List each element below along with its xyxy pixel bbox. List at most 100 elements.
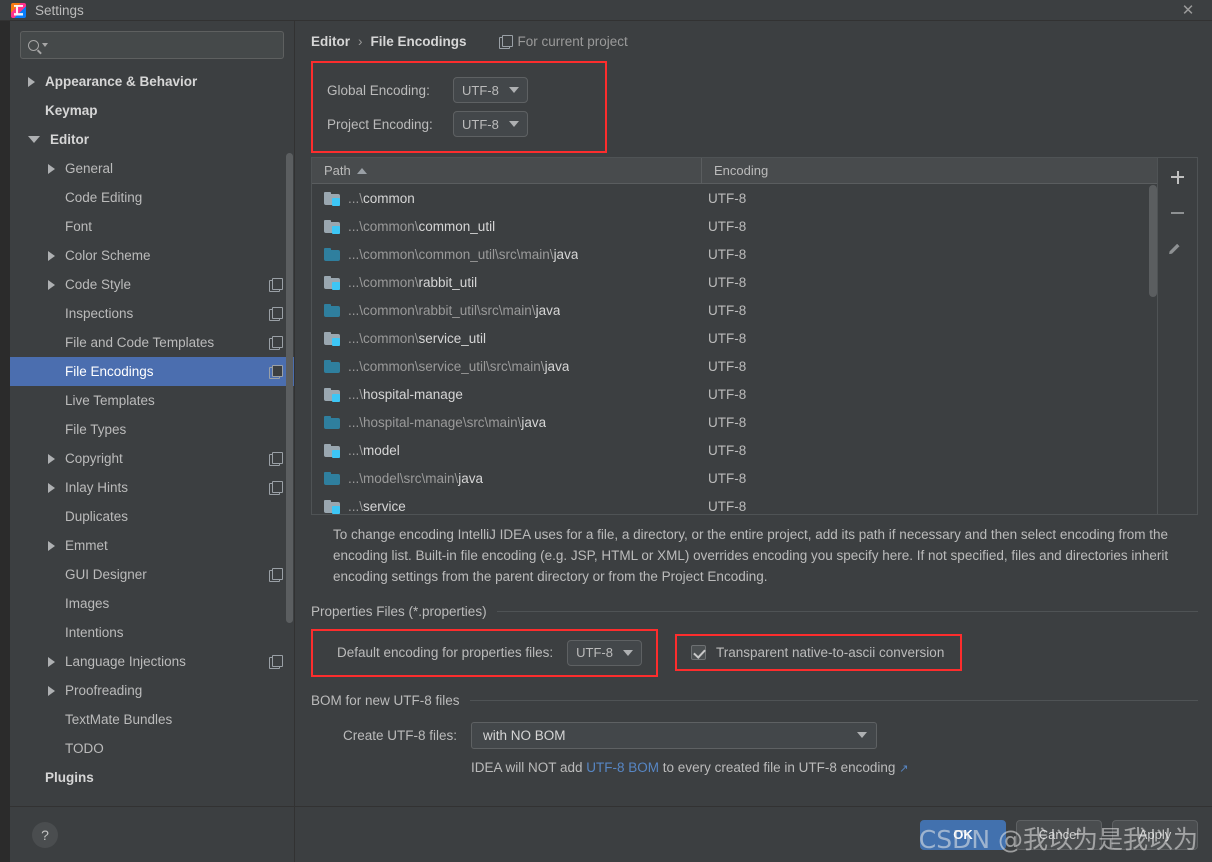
create-utf8-value: with NO BOM (483, 727, 566, 743)
source-folder-icon (324, 471, 340, 485)
project-scope-icon (269, 278, 283, 292)
sidebar-item-file-types[interactable]: File Types (10, 415, 294, 444)
remove-row-button[interactable] (1165, 200, 1191, 226)
column-header-encoding[interactable]: Encoding (702, 158, 1157, 183)
chevron-right-icon[interactable] (48, 656, 55, 667)
breadcrumb-separator: › (358, 33, 363, 49)
sort-ascending-icon (356, 167, 367, 174)
chevron-down-icon[interactable] (28, 136, 40, 143)
table-row[interactable]: ...\service UTF-8 (312, 492, 1157, 514)
sidebar-item-keymap[interactable]: Keymap (10, 96, 294, 125)
global-encoding-dropdown[interactable]: UTF-8 (453, 77, 528, 103)
transparent-conversion-checkbox[interactable] (690, 645, 706, 661)
sidebar-item-label: Inspections (65, 306, 134, 321)
sidebar-item-font[interactable]: Font (10, 212, 294, 241)
path-text: ...\common\service_util\src\main\java (348, 359, 569, 374)
cell-encoding: UTF-8 (708, 330, 747, 346)
sidebar-item-code-editing[interactable]: Code Editing (10, 183, 294, 212)
sidebar-item-language-injections[interactable]: Language Injections (10, 647, 294, 676)
external-link-icon: ↗ (899, 762, 909, 775)
chevron-right-icon[interactable] (48, 453, 55, 464)
cell-encoding: UTF-8 (708, 246, 747, 262)
search-input[interactable] (53, 38, 276, 52)
path-prefix: ...\ (348, 386, 364, 402)
table-row[interactable]: ...\common\rabbit_util\src\main\java UTF-… (312, 296, 1157, 324)
create-utf8-dropdown[interactable]: with NO BOM (471, 721, 878, 749)
cell-encoding: UTF-8 (708, 302, 747, 318)
sidebar-item-file-and-code-templates[interactable]: File and Code Templates (10, 328, 294, 357)
table-row[interactable]: ...\hospital-manage\src\main\java UTF-8 (312, 408, 1157, 436)
apply-button[interactable]: Apply (1112, 819, 1198, 850)
module-folder-icon (324, 331, 340, 346)
edit-row-button[interactable] (1165, 236, 1191, 262)
sidebar-item-appearance-behavior[interactable]: Appearance & Behavior (10, 67, 294, 96)
sidebar-item-gui-designer[interactable]: GUI Designer (10, 560, 294, 589)
chevron-right-icon[interactable] (48, 482, 55, 493)
column-header-path[interactable]: Path (312, 158, 702, 183)
sidebar-item-inlay-hints[interactable]: Inlay Hints (10, 473, 294, 502)
cancel-button[interactable]: Cancel (1016, 819, 1102, 850)
table-row[interactable]: ...\common\service_util\src\main\java UTF… (312, 352, 1157, 380)
project-encoding-dropdown[interactable]: UTF-8 (453, 111, 528, 137)
sidebar-item-label: Live Templates (65, 393, 155, 408)
cell-encoding: UTF-8 (708, 386, 747, 402)
sidebar-item-label: General (65, 161, 114, 176)
sidebar-item-copyright[interactable]: Copyright (10, 444, 294, 473)
table-row[interactable]: ...\common\common_util\src\main\java UTF-… (312, 240, 1157, 268)
table-row[interactable]: ...\model UTF-8 (312, 436, 1157, 464)
breadcrumb-parent[interactable]: Editor (311, 34, 350, 49)
sidebar-item-color-scheme[interactable]: Color Scheme (10, 241, 294, 270)
source-folder-icon (324, 359, 340, 373)
table-row[interactable]: ...\model\src\main\java UTF-8 (312, 464, 1157, 492)
sidebar-item-code-style[interactable]: Code Style (10, 270, 294, 299)
add-row-button[interactable] (1165, 164, 1191, 190)
properties-section-header: Properties Files (*.properties) (311, 604, 1198, 619)
table-toolbar (1158, 157, 1198, 515)
search-box[interactable] (20, 31, 284, 59)
table-row[interactable]: ...\common\service_util UTF-8 (312, 324, 1157, 352)
chevron-right-icon[interactable] (48, 250, 55, 261)
bom-note-prefix: IDEA will NOT add (471, 759, 587, 775)
help-button[interactable]: ? (32, 821, 58, 848)
chevron-right-icon[interactable] (48, 279, 55, 290)
chevron-right-icon[interactable] (48, 685, 55, 696)
sidebar-item-inspections[interactable]: Inspections (10, 299, 294, 328)
chevron-right-icon[interactable] (28, 76, 35, 87)
table-row[interactable]: ...\common\rabbit_util UTF-8 (312, 268, 1157, 296)
default-properties-encoding-dropdown[interactable]: UTF-8 (567, 639, 642, 666)
project-scope-icon (269, 481, 283, 495)
sidebar-item-general[interactable]: General (10, 154, 294, 183)
sidebar-item-images[interactable]: Images (10, 589, 294, 618)
sidebar-item-emmet[interactable]: Emmet (10, 531, 294, 560)
cell-encoding: UTF-8 (708, 358, 747, 374)
sidebar-item-live-templates[interactable]: Live Templates (10, 386, 294, 415)
sidebar-item-label: Intentions (65, 625, 124, 640)
sidebar-item-editor[interactable]: Editor (10, 125, 294, 154)
sidebar-item-plugins[interactable]: Plugins (10, 763, 294, 792)
sidebar-item-duplicates[interactable]: Duplicates (10, 502, 294, 531)
sidebar-item-intentions[interactable]: Intentions (10, 618, 294, 647)
close-icon[interactable]: ✕ (1174, 0, 1202, 20)
ok-button[interactable]: OK (920, 819, 1006, 850)
project-scope-note: For current project (498, 34, 628, 49)
sidebar-item-label: GUI Designer (65, 567, 147, 582)
table-row[interactable]: ...\common\common_util UTF-8 (312, 212, 1157, 240)
page-title: File Encodings (370, 33, 467, 49)
global-encoding-row: Global Encoding: UTF-8 (327, 73, 605, 107)
chevron-right-icon[interactable] (48, 163, 55, 174)
sidebar-scrollbar[interactable] (286, 153, 293, 623)
sidebar-item-textmate-bundles[interactable]: TextMate Bundles (10, 705, 294, 734)
table-row[interactable]: ...\common UTF-8 (312, 184, 1157, 212)
table-row[interactable]: ...\hospital-manage UTF-8 (312, 380, 1157, 408)
chevron-right-icon[interactable] (48, 540, 55, 551)
table-scrollbar[interactable] (1149, 185, 1157, 297)
minus-icon (1171, 212, 1184, 214)
path-text: ...\service (348, 499, 406, 514)
sidebar-item-file-encodings[interactable]: File Encodings (10, 357, 294, 386)
sidebar-item-label: TextMate Bundles (65, 712, 173, 727)
utf8-bom-link[interactable]: UTF-8 BOM (586, 760, 659, 775)
sidebar-item-todo[interactable]: TODO (10, 734, 294, 763)
sidebar-item-proofreading[interactable]: Proofreading (10, 676, 294, 705)
main-content: Editor › File Encodings For current proj… (295, 21, 1212, 806)
source-folder-icon (324, 303, 340, 317)
